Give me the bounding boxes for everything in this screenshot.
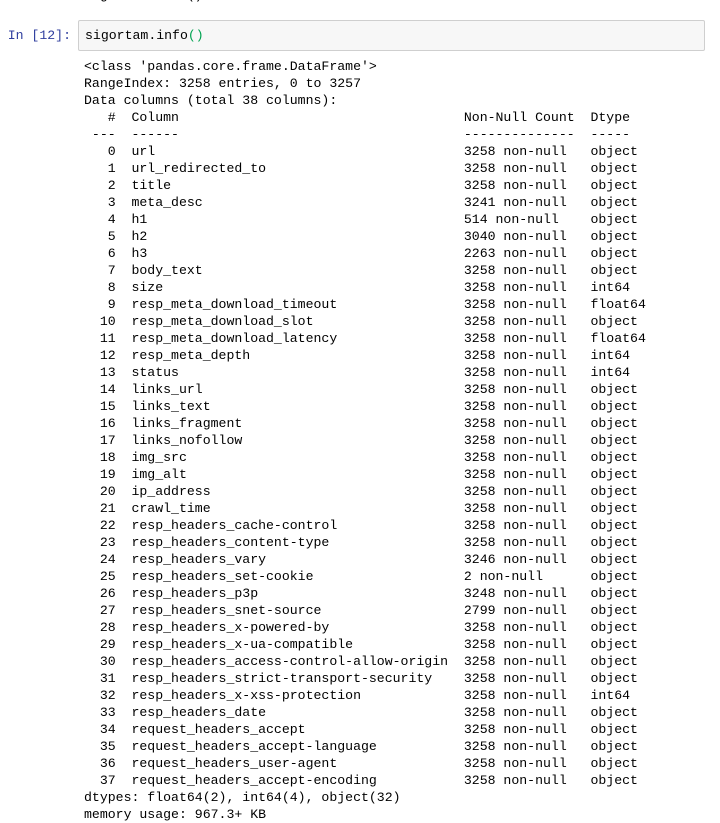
- output-line: 18 img_src 3258 non-null object: [84, 450, 638, 465]
- output-line: <class 'pandas.core.frame.DataFrame'>: [84, 59, 377, 74]
- output-line: # Column Non-Null Count Dtype: [84, 110, 631, 125]
- output-line: 35 request_headers_accept-language 3258 …: [84, 739, 638, 754]
- code-token-parentheses: (): [187, 28, 204, 43]
- output-line: 20 ip_address 3258 non-null object: [84, 484, 638, 499]
- output-line: Data columns (total 38 columns):: [84, 93, 338, 108]
- output-line: 6 h3 2263 non-null object: [84, 246, 638, 261]
- output-line: 13 status 3258 non-null int64: [84, 365, 631, 380]
- output-line: 32 resp_headers_x-xss-protection 3258 no…: [84, 688, 631, 703]
- output-line: 21 crawl_time 3258 non-null object: [84, 501, 638, 516]
- output-line: 8 size 3258 non-null int64: [84, 280, 631, 295]
- output-line: 5 h2 3040 non-null object: [84, 229, 638, 244]
- output-line: dtypes: float64(2), int64(4), object(32): [84, 790, 401, 805]
- code-token-object: sigortam: [85, 28, 149, 43]
- output-line: 17 links_nofollow 3258 non-null object: [84, 433, 638, 448]
- output-line: 34 request_headers_accept 3258 non-null …: [84, 722, 638, 737]
- output-line: 11 resp_meta_download_latency 3258 non-n…: [84, 331, 646, 346]
- output-line: 31 resp_headers_strict-transport-securit…: [84, 671, 638, 686]
- output-line: 16 links_fragment 3258 non-null object: [84, 416, 638, 431]
- output-line: 28 resp_headers_x-powered-by 3258 non-nu…: [84, 620, 638, 635]
- output-line: 2 title 3258 non-null object: [84, 178, 638, 193]
- output-line: 10 resp_meta_download_slot 3258 non-null…: [84, 314, 638, 329]
- code-editor-area[interactable]: sigortam.info(): [78, 20, 705, 51]
- output-line: 7 body_text 3258 non-null object: [84, 263, 638, 278]
- output-line: 15 links_text 3258 non-null object: [84, 399, 638, 414]
- output-line: 14 links_url 3258 non-null object: [84, 382, 638, 397]
- output-line: 9 resp_meta_download_timeout 3258 non-nu…: [84, 297, 646, 312]
- output-line: 23 resp_headers_content-type 3258 non-nu…: [84, 535, 638, 550]
- output-line: 1 url_redirected_to 3258 non-null object: [84, 161, 638, 176]
- output-line: 27 resp_headers_snet-source 2799 non-nul…: [84, 603, 638, 618]
- output-line: 37 request_headers_accept-encoding 3258 …: [84, 773, 638, 788]
- code-token-method: info: [156, 28, 188, 43]
- notebook-input-cell[interactable]: In [12]: sigortam.info(): [0, 20, 720, 51]
- output-line: 0 url 3258 non-null object: [84, 144, 638, 159]
- output-line: 4 h1 514 non-null object: [84, 212, 638, 227]
- output-line: 12 resp_meta_depth 3258 non-null int64: [84, 348, 631, 363]
- output-line: 26 resp_headers_p3p 3248 non-null object: [84, 586, 638, 601]
- output-line: 24 resp_headers_vary 3246 non-null objec…: [84, 552, 638, 567]
- output-line: 19 img_alt 3258 non-null object: [84, 467, 638, 482]
- code-line[interactable]: sigortam.info(): [85, 26, 704, 45]
- input-prompt-label: In [12]:: [7, 28, 71, 43]
- output-line: 33 resp_headers_date 3258 non-null objec…: [84, 705, 638, 720]
- output-line: 29 resp_headers_x-ua-compatible 3258 non…: [84, 637, 638, 652]
- output-line: memory usage: 967.3+ KB: [84, 807, 267, 822]
- output-line: RangeIndex: 3258 entries, 0 to 3257: [84, 76, 361, 91]
- dataframe-info-output: <class 'pandas.core.frame.DataFrame'> Ran…: [0, 58, 720, 823]
- output-line: 22 resp_headers_cache-control 3258 non-n…: [84, 518, 638, 533]
- notebook-output-area: <class 'pandas.core.frame.DataFrame'> Ran…: [0, 58, 720, 823]
- output-line: 25 resp_headers_set-cookie 2 non-null ob…: [84, 569, 638, 584]
- output-line: 30 resp_headers_access-control-allow-ori…: [84, 654, 638, 669]
- output-line: 3 meta_desc 3241 non-null object: [84, 195, 638, 210]
- output-line: 36 request_headers_user-agent 3258 non-n…: [84, 756, 638, 771]
- previous-cell-code-sliver: sigortam.head(): [84, 0, 203, 4]
- output-line: --- ------ -------------- -----: [84, 127, 631, 142]
